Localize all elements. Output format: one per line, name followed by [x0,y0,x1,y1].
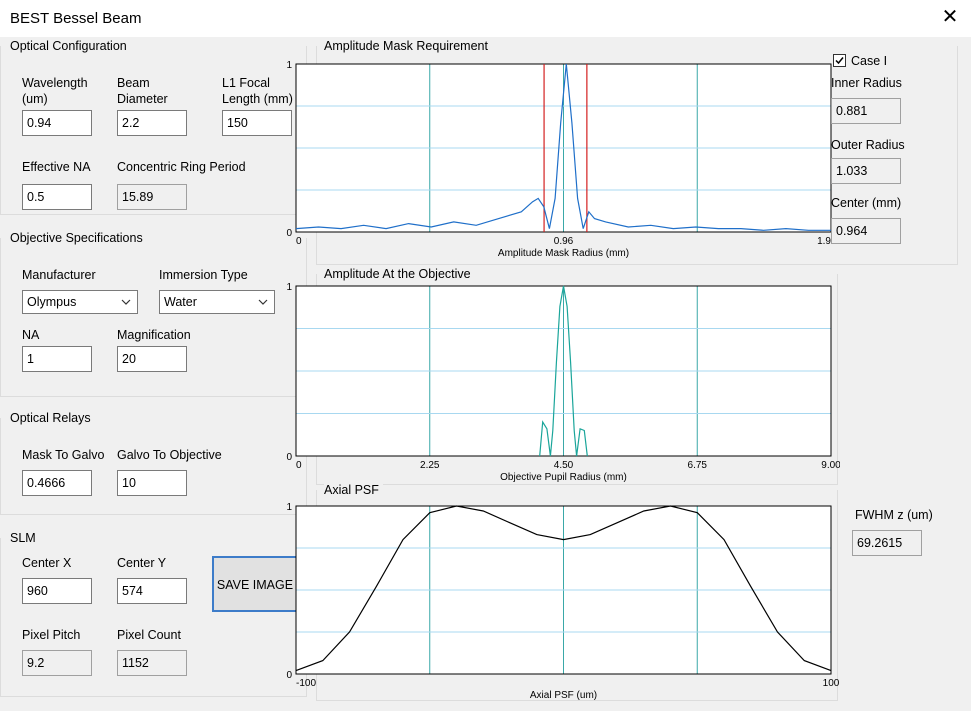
check-icon [835,57,844,65]
window-title: BEST Bessel Beam [10,10,142,27]
magnification-input[interactable]: 20 [117,346,187,372]
beam-diameter-input[interactable]: 2.2 [117,110,187,136]
wavelength-input[interactable]: 0.94 [22,110,92,136]
ring-period-label: Concentric Ring Period [117,160,246,174]
case-checkbox[interactable] [833,54,846,67]
y-tick-label: 0 [286,228,292,239]
x-tick-label: 0 [296,236,302,247]
x-tick-label: 1.9 [817,236,831,247]
center-x-label: Center X [22,556,72,570]
optical-config-title: Optical Configuration [10,39,131,53]
galvo-objective-input[interactable]: 10 [117,470,187,496]
y-tick-label: 0 [286,452,292,463]
pixel-count-value: 1152 [117,650,187,676]
center-label: Center (mm) [831,196,902,210]
objective-chart: 0 1 0 2.25 4.50 6.75 9.00 Objective Pupil Radiu… [286,282,840,483]
title-bar: BEST Bessel Beam ✕ [0,0,971,37]
center-value: 0.964 [831,218,901,244]
psf-panel-title: Axial PSF [324,483,383,497]
outer-radius-value: 1.033 [831,158,901,184]
x-axis-label: Amplitude Mask Radius (mm) [498,248,629,259]
x-tick-label: -100 [296,678,316,689]
fwhm-label: FWHM z (um) [855,508,933,522]
x-tick-label: 0 [296,460,302,471]
x-tick-label: 4.50 [554,460,574,471]
x-axis-label: Axial PSF (um) [530,690,597,701]
immersion-label: Immersion Type [159,268,248,282]
close-icon[interactable]: ✕ [938,5,962,29]
y-tick-label: 1 [286,502,292,513]
manufacturer-label: Manufacturer [22,268,96,282]
manufacturer-value: Olympus [27,295,77,309]
x-axis-label: Objective Pupil Radius (mm) [500,472,627,483]
fwhm-value: 69.2615 [852,530,922,556]
y-tick-label: 1 [286,60,292,71]
center-x-input[interactable]: 960 [22,578,92,604]
pixel-count-label: Pixel Count [117,628,181,642]
effective-na-label: Effective NA [22,160,91,174]
wavelength-label: Wavelength (um) [22,76,88,106]
magnification-label: Magnification [117,328,191,342]
slm-title: SLM [10,531,40,545]
immersion-select[interactable]: Water [159,290,275,314]
inner-radius-value: 0.881 [831,98,901,124]
inner-radius-label: Inner Radius [831,76,902,90]
mask-panel-title: Amplitude Mask Requirement [324,39,492,53]
pixel-pitch-label: Pixel Pitch [22,628,81,642]
center-y-input[interactable]: 574 [117,578,187,604]
y-tick-label: 1 [286,282,292,293]
center-y-label: Center Y [117,556,167,570]
x-tick-label: 0.96 [554,236,574,247]
outer-radius-label: Outer Radius [831,138,905,152]
case-label: Case I [851,54,888,68]
mask-galvo-input[interactable]: 0.4666 [22,470,92,496]
psf-chart: 0 1 -100 100 Axial PSF (um) [286,502,840,701]
ring-period-value: 15.89 [117,184,187,210]
x-tick-label: 9.00 [821,460,840,471]
chevron-down-icon [258,299,268,305]
x-tick-label: 100 [823,678,840,689]
na-input[interactable]: 1 [22,346,92,372]
objective-specs-group [0,238,307,397]
na-label: NA [22,328,40,342]
x-tick-label: 2.25 [420,460,440,471]
effective-na-input[interactable]: 0.5 [22,184,92,210]
galvo-objective-label: Galvo To Objective [117,448,222,462]
optical-relays-group [0,418,307,515]
optical-relays-title: Optical Relays [10,411,95,425]
manufacturer-select[interactable]: Olympus [22,290,138,314]
mask-galvo-label: Mask To Galvo [22,448,105,462]
objective-specs-title: Objective Specifications [10,231,147,245]
pixel-pitch-value: 9.2 [22,650,92,676]
mask-chart: 0 1 0 0.96 1.9 Amplitude Mask Radius (mm) [286,60,832,259]
y-tick-label: 0 [286,670,292,681]
x-tick-label: 6.75 [688,460,708,471]
immersion-value: Water [164,295,197,309]
beam-diameter-label: Beam Diameter (mm) [117,76,168,106]
chevron-down-icon [121,299,131,305]
